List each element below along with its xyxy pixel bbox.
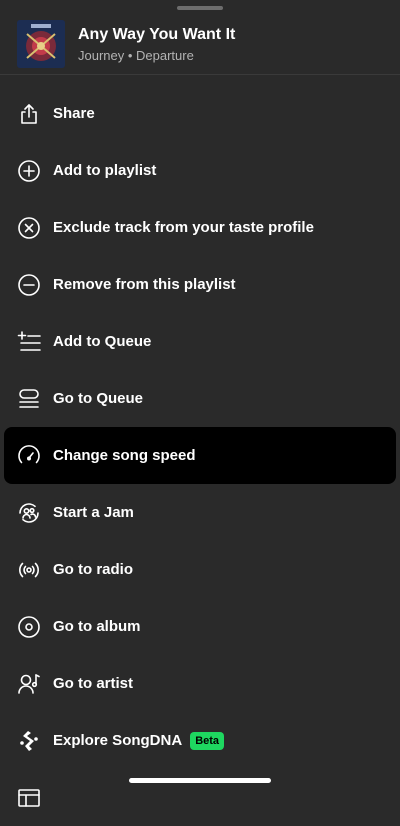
credits-icon <box>16 785 42 811</box>
artist-icon <box>16 671 42 697</box>
menu-item-add-to-queue[interactable]: Add to Queue <box>0 313 400 370</box>
context-menu: Share Add to playlist Exclude track from… <box>0 85 400 826</box>
menu-item-go-to-album[interactable]: Go to album <box>0 598 400 655</box>
menu-item-go-to-artist[interactable]: Go to artist <box>0 655 400 712</box>
menu-item-label: Add to Queue <box>53 333 152 350</box>
menu-item-label: Change song speed <box>53 447 196 464</box>
menu-item-go-to-radio[interactable]: Go to radio <box>0 541 400 598</box>
menu-item-label: Go to radio <box>53 561 133 578</box>
songdna-icon <box>16 728 42 754</box>
menu-item-label: Exclude track from your taste profile <box>53 219 314 236</box>
exclude-icon <box>16 215 42 241</box>
jam-icon <box>16 500 42 526</box>
track-title: Any Way You Want It <box>78 26 236 43</box>
radio-icon <box>16 557 42 583</box>
menu-item-label: Go to artist <box>53 675 134 692</box>
menu-item-label: Go to album <box>53 618 141 635</box>
queue-icon <box>16 386 42 412</box>
album-icon <box>16 614 42 640</box>
remove-circle-icon <box>16 272 42 298</box>
menu-item-explore-songdna[interactable]: Explore SongDNA Beta <box>0 712 400 769</box>
menu-item-remove-from-playlist[interactable]: Remove from this playlist <box>0 256 400 313</box>
track-subtitle: Journey • Departure <box>78 48 194 63</box>
header-divider <box>0 74 400 75</box>
menu-item-exclude-taste[interactable]: Exclude track from your taste profile <box>0 199 400 256</box>
menu-item-add-to-playlist[interactable]: Add to playlist <box>0 142 400 199</box>
menu-item-label: Explore SongDNA <box>53 732 183 749</box>
beta-badge: Beta <box>190 731 225 750</box>
menu-item-label: Go to Queue <box>53 390 143 407</box>
menu-item-label: Remove from this playlist <box>53 276 236 293</box>
drag-handle[interactable] <box>177 6 223 10</box>
add-circle-icon <box>16 158 42 184</box>
menu-item-change-song-speed[interactable]: Change song speed <box>0 427 400 484</box>
menu-item-go-to-queue[interactable]: Go to Queue <box>0 370 400 427</box>
album-cover <box>17 20 65 68</box>
menu-item-label: Start a Jam <box>53 504 134 521</box>
menu-item-start-jam[interactable]: Start a Jam <box>0 484 400 541</box>
menu-item-share[interactable]: Share <box>0 85 400 142</box>
home-indicator[interactable] <box>129 778 271 783</box>
menu-item-label: Add to playlist <box>53 162 157 179</box>
share-icon <box>16 101 42 127</box>
track-header: Any Way You Want It Journey • Departure <box>0 18 400 74</box>
menu-item-label: Share <box>53 105 95 122</box>
speed-icon <box>16 443 42 469</box>
add-queue-icon <box>16 329 42 355</box>
